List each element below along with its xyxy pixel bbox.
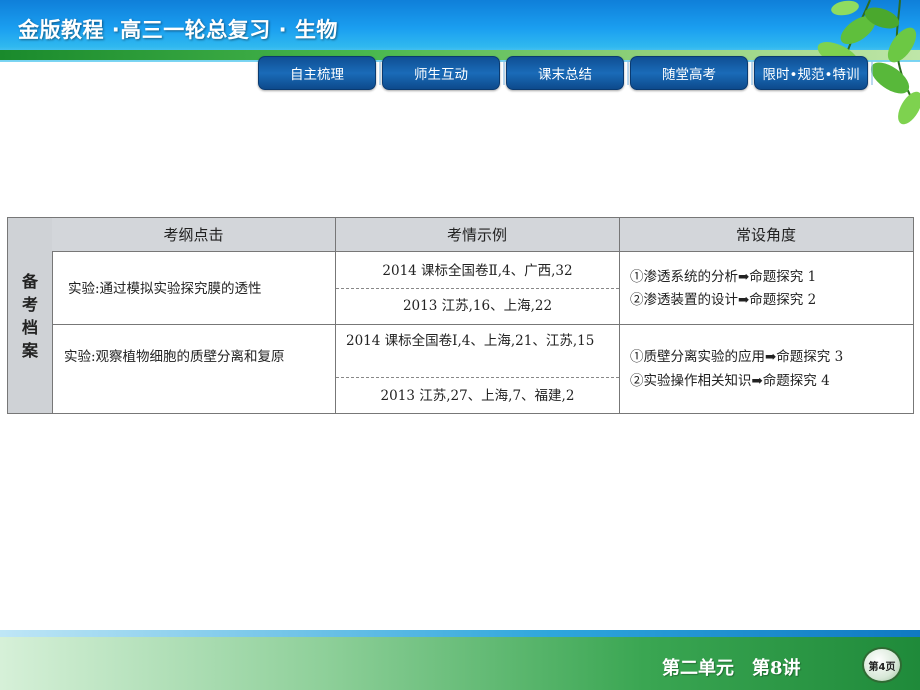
table-cell-angle: ②实验操作相关知识➡命题探究 4: [630, 373, 830, 389]
dashed-divider: [336, 288, 619, 289]
tab-training[interactable]: 限时•规范•特训: [754, 56, 873, 90]
table-side-label: 备考档案: [8, 218, 53, 413]
table-cell-angle: ①质壁分离实验的应用➡命题探究 3: [630, 349, 844, 365]
page-badge: 第4页: [862, 647, 902, 683]
col-header-examples: 考情示例: [335, 218, 619, 252]
tab-teacher-student[interactable]: 师生互动: [382, 56, 505, 90]
tab-summary[interactable]: 课末总结: [506, 56, 629, 90]
col-header-points: 考纲点击: [52, 218, 335, 252]
row-divider: [52, 324, 913, 325]
footer-unit: 第二单元 第8讲: [662, 658, 801, 679]
table-cell-example: 2013 江苏,27、上海,7、福建,2: [380, 388, 575, 404]
dashed-divider: [336, 377, 619, 378]
divider: [619, 218, 620, 413]
table-cell-example: 2013 江苏,16、上海,22: [402, 298, 553, 314]
table-cell-point: 实验:观察植物细胞的质壁分离和复原: [64, 349, 285, 365]
table-cell-point: 实验:通过模拟实验探究膜的透性: [68, 281, 262, 297]
exam-archive-table: 备考档案 考纲点击 考情示例 常设角度 实验:通过模拟实验探究膜的透性 2014…: [7, 217, 914, 414]
table-cell-example: 2014 课标全国卷Ⅱ,4、广西,32: [382, 263, 573, 279]
table-cell-angle: ①渗透系统的分析➡命题探究 1: [630, 269, 817, 285]
col-header-angles: 常设角度: [619, 218, 913, 252]
table-cell-angle: ②渗透装置的设计➡命题探究 2: [630, 292, 817, 308]
page-number: 第4页: [868, 661, 896, 673]
tab-exam[interactable]: 随堂高考: [630, 56, 753, 90]
side-label-text: 备考档案: [21, 272, 38, 360]
table-cell-example: 2014 课标全国卷Ⅰ,4、上海,21、江苏,15: [346, 333, 595, 349]
tab-self-review[interactable]: 自主梳理: [258, 56, 381, 90]
header-title: 金版教程 ·高三一轮总复习 · 生物: [18, 18, 338, 42]
